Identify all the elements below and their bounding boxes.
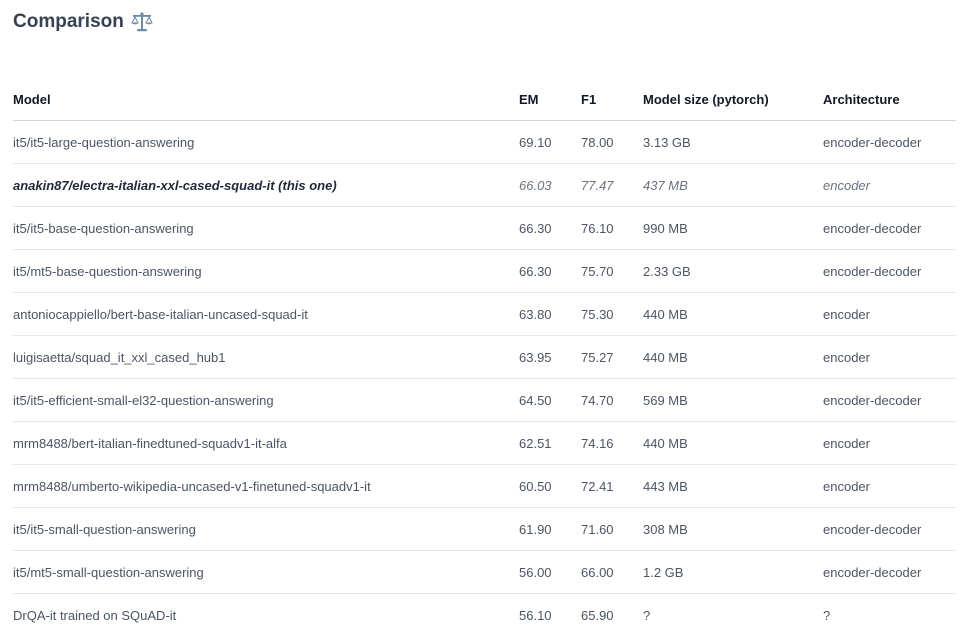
- table-row: it5/it5-large-question-answering 69.10 78.…: [13, 120, 956, 164]
- model-size-cell: 990 MB: [643, 206, 823, 250]
- table-body: it5/it5-large-question-answering 69.10 78.…: [13, 120, 956, 625]
- table-header-row: Model EM F1 Model size (pytorch) Archite…: [13, 78, 956, 121]
- comparison-table: Model EM F1 Model size (pytorch) Archite…: [13, 78, 956, 625]
- f1-score-cell: 77.47: [581, 163, 643, 207]
- model-size-cell: 2.33 GB: [643, 249, 823, 293]
- architecture-cell: encoder-decoder: [823, 378, 956, 422]
- architecture-cell: encoder-decoder: [823, 120, 956, 164]
- architecture-cell: encoder-decoder: [823, 249, 956, 293]
- table-row: it5/mt5-small-question-answering 56.00 66.…: [13, 550, 956, 594]
- em-score-cell: 66.30: [519, 249, 581, 293]
- em-score-cell: 56.00: [519, 550, 581, 594]
- column-header-em: EM: [519, 78, 581, 121]
- model-name-cell: it5/it5-base-question-answering: [13, 206, 519, 250]
- table-row: it5/it5-base-question-answering 66.30 76.1…: [13, 206, 956, 250]
- model-name-cell: it5/mt5-base-question-answering: [13, 249, 519, 293]
- table-row: it5/it5-small-question-answering 61.90 71.…: [13, 507, 956, 551]
- em-score-cell: 63.95: [519, 335, 581, 379]
- model-name-cell: mrm8488/bert-italian-finedtuned-squadv1-…: [13, 421, 519, 465]
- f1-score-cell: 74.16: [581, 421, 643, 465]
- architecture-cell: encoder-decoder: [823, 206, 956, 250]
- model-size-cell: 440 MB: [643, 335, 823, 379]
- f1-score-cell: 75.70: [581, 249, 643, 293]
- em-score-cell: 61.90: [519, 507, 581, 551]
- model-name-cell: it5/it5-small-question-answering: [13, 507, 519, 551]
- model-name-cell: DrQA-it trained on SQuAD-it: [13, 607, 177, 623]
- column-header-architecture: Architecture: [823, 78, 956, 121]
- f1-score-cell: 74.70: [581, 378, 643, 422]
- f1-score-cell: 72.41: [581, 464, 643, 508]
- table-row: DrQA-it trained on SQuAD-it 56.10 65.90??: [13, 594, 956, 625]
- f1-score-cell: 75.27: [581, 335, 643, 379]
- em-score-cell: 63.80: [519, 292, 581, 336]
- model-size-cell: ?: [643, 607, 651, 623]
- comparison-section: Comparison Model EM F1 Model size (pytor…: [0, 0, 956, 625]
- table-row: it5/it5-efficient-small-el32-question-an…: [13, 378, 956, 422]
- model-name-cell: antoniocappiello/bert-base-italian-uncas…: [13, 292, 519, 336]
- em-score-cell: 56.10: [519, 607, 552, 623]
- architecture-cell: encoder-decoder: [823, 550, 956, 594]
- model-size-cell: 437 MB: [643, 163, 823, 207]
- em-score-cell: 60.50: [519, 464, 581, 508]
- architecture-cell: encoder: [823, 421, 956, 465]
- em-score-cell: 64.50: [519, 378, 581, 422]
- model-size-cell: 308 MB: [643, 507, 823, 551]
- model-name-cell: luigisaetta/squad_it_xxl_cased_hub1: [13, 335, 519, 379]
- table-row: mrm8488/bert-italian-finedtuned-squadv1-…: [13, 421, 956, 465]
- table-row: antoniocappiello/bert-base-italian-uncas…: [13, 292, 956, 336]
- f1-score-cell: 71.60: [581, 507, 643, 551]
- em-score-cell: 66.03: [519, 163, 581, 207]
- column-header-model-size: Model size (pytorch): [643, 78, 823, 121]
- f1-score-cell: 65.90: [581, 607, 614, 623]
- section-title: Comparison: [13, 11, 124, 32]
- model-size-cell: 443 MB: [643, 464, 823, 508]
- model-size-cell: 440 MB: [643, 292, 823, 336]
- architecture-cell: encoder-decoder: [823, 507, 956, 551]
- em-score-cell: 62.51: [519, 421, 581, 465]
- model-name-cell: it5/mt5-small-question-answering: [13, 550, 519, 594]
- model-size-cell: 440 MB: [643, 421, 823, 465]
- em-score-cell: 66.30: [519, 206, 581, 250]
- model-name-cell: anakin87/electra-italian-xxl-cased-squad…: [13, 163, 519, 207]
- f1-score-cell: 75.30: [581, 292, 643, 336]
- model-size-cell: 569 MB: [643, 378, 823, 422]
- section-heading: Comparison: [13, 0, 956, 36]
- f1-score-cell: 76.10: [581, 206, 643, 250]
- architecture-cell: encoder: [823, 335, 956, 379]
- model-size-cell: 3.13 GB: [643, 120, 823, 164]
- architecture-cell: encoder: [823, 292, 956, 336]
- em-score-cell: 69.10: [519, 120, 581, 164]
- balance-scale-icon: [131, 12, 153, 32]
- f1-score-cell: 66.00: [581, 550, 643, 594]
- architecture-cell: encoder: [823, 163, 956, 207]
- model-name-cell: mrm8488/umberto-wikipedia-uncased-v1-fin…: [13, 464, 519, 508]
- f1-score-cell: 78.00: [581, 120, 643, 164]
- architecture-cell: ?: [823, 607, 831, 623]
- column-header-model: Model: [13, 78, 519, 121]
- architecture-cell: encoder: [823, 464, 956, 508]
- table-row: luigisaetta/squad_it_xxl_cased_hub1 63.95…: [13, 335, 956, 379]
- model-name-cell: it5/it5-large-question-answering: [13, 120, 519, 164]
- model-size-cell: 1.2 GB: [643, 550, 823, 594]
- table-row: mrm8488/umberto-wikipedia-uncased-v1-fin…: [13, 464, 956, 508]
- column-header-f1: F1: [581, 78, 643, 121]
- model-name-cell: it5/it5-efficient-small-el32-question-an…: [13, 378, 519, 422]
- table-row: it5/mt5-base-question-answering 66.30 75.7…: [13, 249, 956, 293]
- table-row: anakin87/electra-italian-xxl-cased-squad…: [13, 163, 956, 207]
